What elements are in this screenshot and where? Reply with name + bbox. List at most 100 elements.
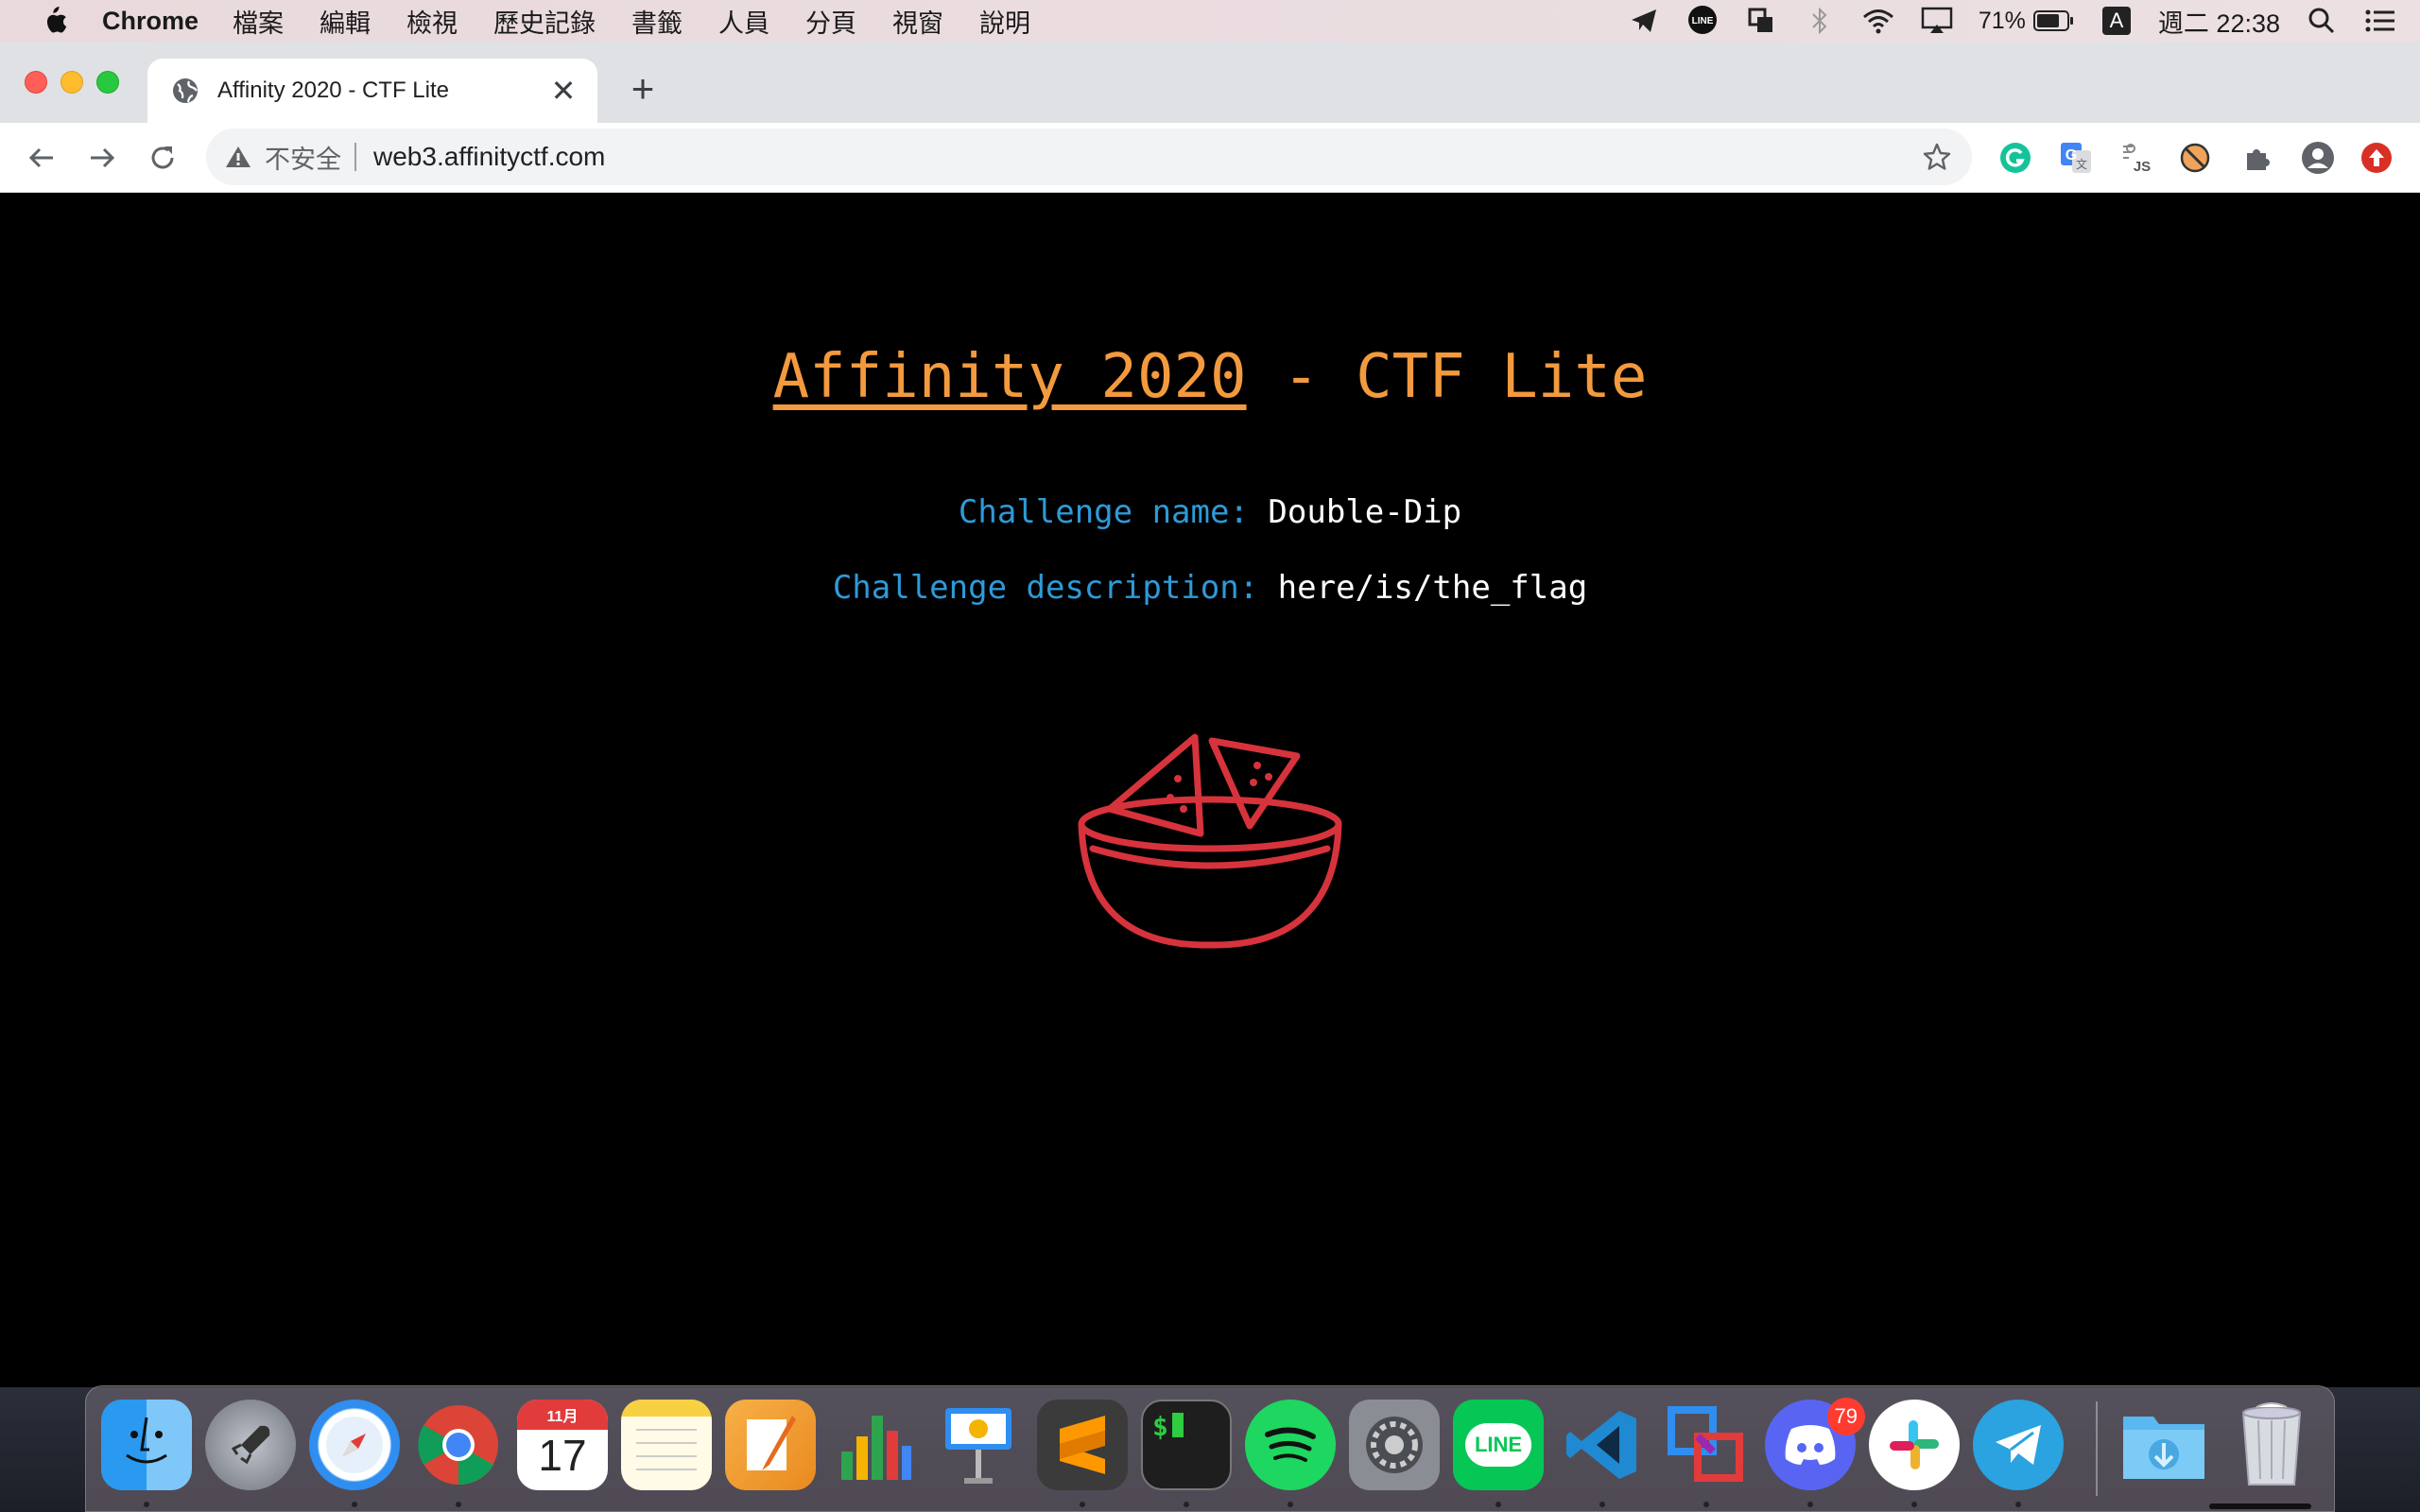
tab-close-icon[interactable]: ✕ bbox=[548, 74, 579, 108]
js-extension-icon[interactable]: JS bbox=[2118, 139, 2155, 177]
browser-tab-active[interactable]: Affinity 2020 - CTF Lite ✕ bbox=[147, 59, 597, 123]
svg-text:JS: JS bbox=[2134, 159, 2151, 175]
url-text[interactable]: web3.affinityctf.com bbox=[373, 142, 1921, 172]
spotlight-icon[interactable] bbox=[2305, 4, 2339, 38]
window-zoom-button[interactable] bbox=[96, 71, 119, 94]
menu-view[interactable]: 檢視 bbox=[406, 3, 458, 40]
dock-terminal-icon[interactable]: $ bbox=[1141, 1400, 1232, 1490]
grammarly-icon[interactable] bbox=[1996, 139, 2034, 177]
dock-finder-running-dot bbox=[144, 1502, 149, 1507]
challenge-name-label: Challenge name: bbox=[958, 493, 1249, 531]
dock-numbers-icon[interactable] bbox=[829, 1400, 920, 1490]
web-page: Affinity 2020 - CTF Lite Challenge name:… bbox=[0, 193, 2420, 1387]
google-translate-icon[interactable]: G文 bbox=[2057, 139, 2095, 177]
calendar-day: 17 bbox=[538, 1431, 587, 1480]
challenge-description-row: Challenge description: here/is/the_flag bbox=[0, 569, 2420, 607]
line-icon[interactable]: LINE bbox=[1685, 4, 1720, 38]
new-tab-button[interactable]: + bbox=[624, 66, 662, 111]
notification-center-icon[interactable] bbox=[2363, 4, 2397, 38]
tab-strip: Affinity 2020 - CTF Lite ✕ + bbox=[0, 42, 2420, 123]
bookmark-star-icon[interactable] bbox=[1921, 141, 1953, 173]
dock-slack-running-dot bbox=[1911, 1502, 1917, 1507]
dock-pages-icon[interactable] bbox=[725, 1400, 816, 1490]
dock-system-preferences-icon[interactable] bbox=[1349, 1400, 1440, 1490]
warning-icon[interactable] bbox=[225, 144, 251, 170]
dock-keynote-icon[interactable] bbox=[933, 1400, 1024, 1490]
dock-downloads-folder-icon[interactable] bbox=[2118, 1400, 2209, 1490]
challenge-description-label: Challenge description: bbox=[832, 569, 1259, 607]
menu-tabs[interactable]: 分頁 bbox=[805, 3, 856, 40]
heading-suffix: - CTF Lite bbox=[1246, 342, 1648, 412]
dock-line-icon[interactable]: LINE bbox=[1453, 1400, 1544, 1490]
dock-vmware-running-dot bbox=[1703, 1502, 1709, 1507]
dock-telegram-icon[interactable] bbox=[1973, 1400, 2064, 1490]
extensions-puzzle-icon[interactable] bbox=[2238, 139, 2276, 177]
menu-people[interactable]: 人員 bbox=[718, 3, 769, 40]
dock-sublime-running-dot bbox=[1080, 1502, 1085, 1507]
svg-text:LINE: LINE bbox=[1691, 16, 1713, 26]
dock-notes-icon[interactable] bbox=[621, 1400, 712, 1490]
menu-app-name[interactable]: Chrome bbox=[102, 7, 199, 36]
dock-safari-running-dot bbox=[352, 1502, 357, 1507]
overlay-icon[interactable] bbox=[1744, 4, 1778, 38]
dock-sublime-icon[interactable] bbox=[1037, 1400, 1128, 1490]
dock-chrome-icon[interactable] bbox=[413, 1400, 504, 1490]
dock: 11月 17 $ LINE 79 bbox=[85, 1385, 2335, 1512]
dock-trash-icon[interactable] bbox=[2226, 1400, 2317, 1490]
svg-text:文: 文 bbox=[2076, 157, 2087, 171]
dock-slack-icon[interactable] bbox=[1869, 1400, 1960, 1490]
back-button[interactable] bbox=[23, 139, 60, 177]
address-bar[interactable]: 不安全 web3.affinityctf.com bbox=[206, 129, 1972, 185]
heading-link[interactable]: Affinity 2020 bbox=[773, 342, 1247, 412]
input-method-icon[interactable]: A bbox=[2100, 4, 2134, 38]
dock-discord-icon[interactable]: 79 bbox=[1765, 1398, 1865, 1490]
challenge-description-value: here/is/the_flag bbox=[1277, 569, 1588, 607]
profile-avatar-icon[interactable] bbox=[2299, 139, 2337, 177]
dock-line-running-dot bbox=[1495, 1502, 1501, 1507]
menu-edit[interactable]: 編輯 bbox=[320, 3, 371, 40]
terminal-prompt: $ bbox=[1152, 1411, 1168, 1442]
browser-toolbar: 不安全 web3.affinityctf.com G文 JS bbox=[0, 123, 2420, 193]
dock-launchpad-icon[interactable] bbox=[205, 1400, 296, 1490]
wifi-icon[interactable] bbox=[1861, 4, 1895, 38]
dock-divider bbox=[2096, 1401, 2098, 1496]
update-icon[interactable] bbox=[2358, 139, 2395, 177]
menu-bookmarks[interactable]: 書籤 bbox=[631, 3, 683, 40]
telegram-send-icon[interactable] bbox=[1627, 4, 1661, 38]
forward-button[interactable] bbox=[83, 139, 121, 177]
window-minimize-button[interactable] bbox=[60, 71, 83, 94]
menu-help[interactable]: 說明 bbox=[979, 3, 1030, 40]
dock-trash-highlight bbox=[2209, 1503, 2311, 1509]
security-status-label[interactable]: 不安全 bbox=[265, 139, 341, 176]
dock-safari-icon[interactable] bbox=[309, 1400, 400, 1490]
dock-terminal-running-dot bbox=[1184, 1502, 1189, 1507]
dock-discord-running-dot bbox=[1807, 1502, 1813, 1507]
line-bubble: LINE bbox=[1464, 1423, 1532, 1467]
menu-window[interactable]: 視窗 bbox=[892, 3, 943, 40]
omnibox-divider bbox=[354, 143, 356, 171]
reload-button[interactable] bbox=[144, 139, 182, 177]
window-close-button[interactable] bbox=[25, 71, 47, 94]
dock-chrome-running-dot bbox=[456, 1502, 461, 1507]
battery-percentage: 71% bbox=[1978, 7, 2026, 34]
dock-finder-icon[interactable] bbox=[101, 1400, 192, 1490]
discord-notification-badge: 79 bbox=[1826, 1398, 1865, 1435]
menu-history[interactable]: 歷史記錄 bbox=[493, 3, 596, 40]
battery-icon[interactable] bbox=[2032, 4, 2075, 38]
apple-menu-icon[interactable] bbox=[38, 5, 70, 37]
dock-vscode-icon[interactable] bbox=[1557, 1400, 1648, 1490]
bluetooth-icon[interactable] bbox=[1803, 4, 1837, 38]
globe-icon bbox=[170, 76, 200, 106]
terminal-cursor bbox=[1171, 1413, 1184, 1437]
menu-file[interactable]: 檔案 bbox=[233, 3, 284, 40]
dock-telegram-running-dot bbox=[2015, 1502, 2021, 1507]
airplay-icon[interactable] bbox=[1920, 4, 1954, 38]
page-heading: Affinity 2020 - CTF Lite bbox=[0, 342, 2420, 412]
blocker-extension-icon[interactable] bbox=[2176, 139, 2214, 177]
menubar-clock[interactable]: 週二 22:38 bbox=[2158, 3, 2280, 40]
challenge-name-row: Challenge name: Double-Dip bbox=[0, 493, 2420, 531]
dock-calendar-icon[interactable]: 11月 17 bbox=[517, 1400, 608, 1490]
menubar-status-area: LINE 71% A 週二 22:38 bbox=[1602, 0, 2420, 42]
dock-spotify-icon[interactable] bbox=[1245, 1400, 1336, 1490]
dock-vmware-icon[interactable] bbox=[1661, 1400, 1752, 1490]
